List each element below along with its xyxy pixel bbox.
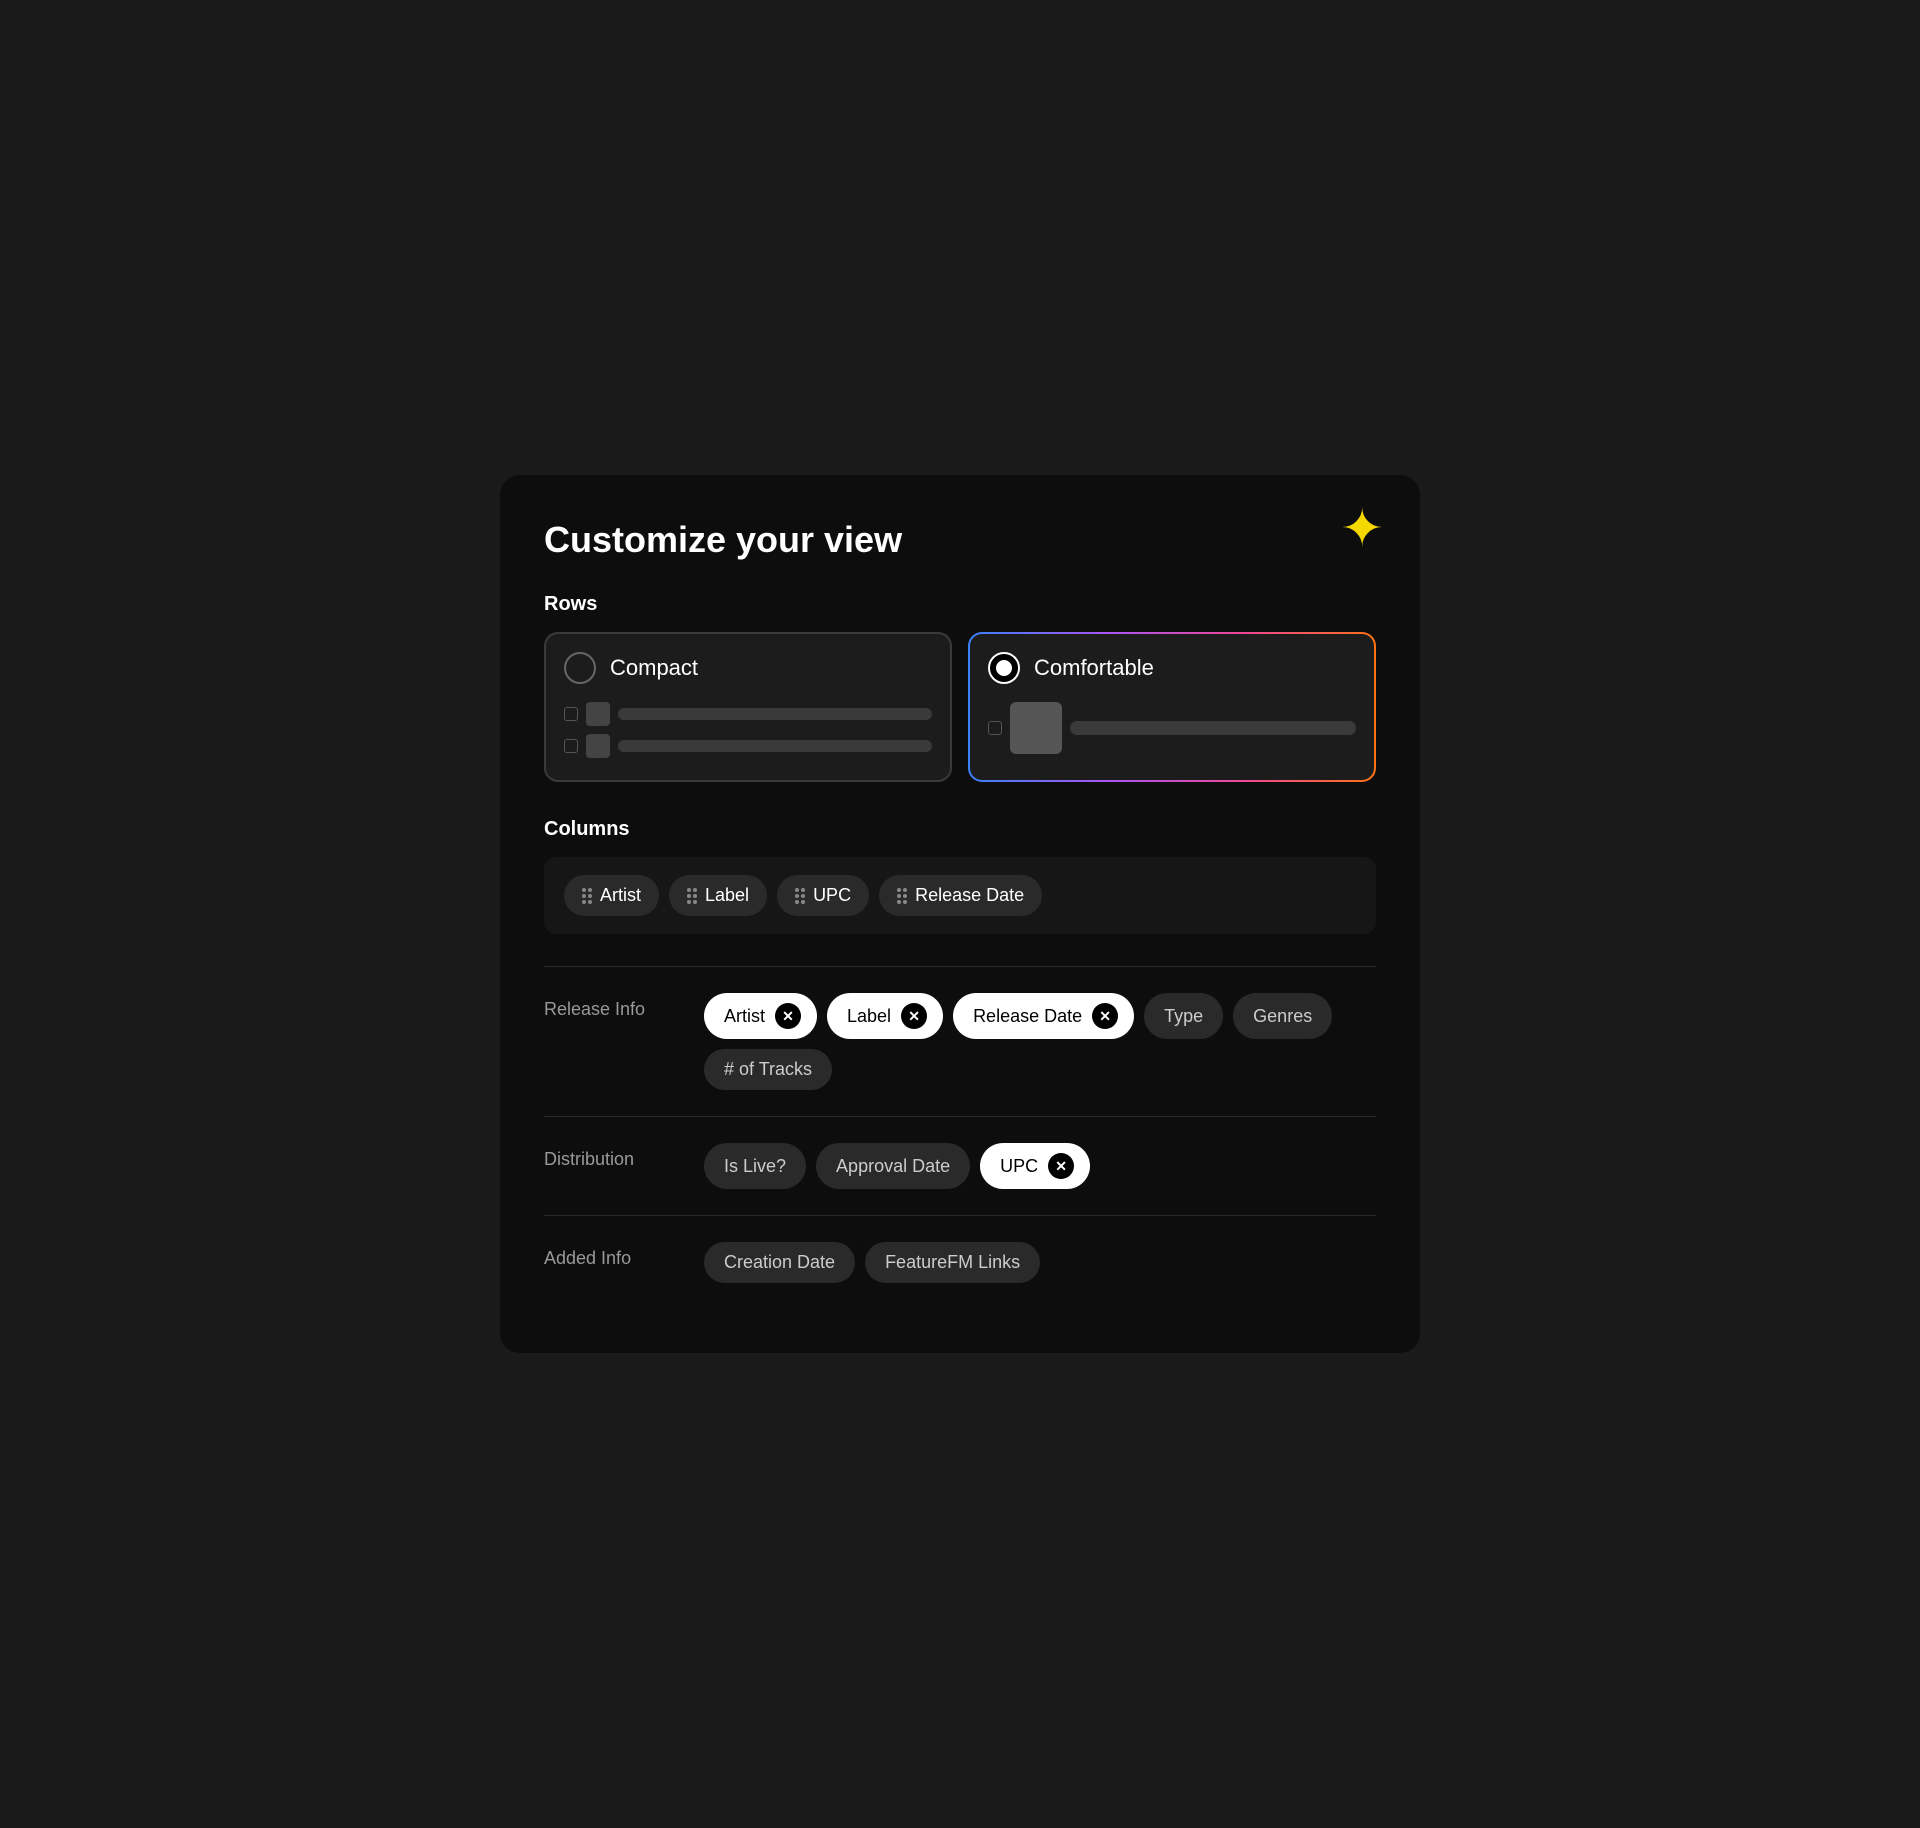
- comfortable-radio-inner: [996, 660, 1012, 676]
- compact-checkbox-2: [564, 739, 578, 753]
- drag-handle-release-date: [897, 888, 907, 904]
- release-info-section: Release Info Artist ✕ Label ✕ Release Da…: [544, 966, 1376, 1116]
- comfortable-thumb: [1010, 702, 1062, 754]
- columns-container: Artist Label: [544, 857, 1376, 934]
- distribution-chip-approval-date[interactable]: Approval Date: [816, 1143, 970, 1189]
- distribution-upc-label: UPC: [1000, 1156, 1038, 1177]
- distribution-chip-upc[interactable]: UPC ✕: [980, 1143, 1090, 1189]
- distribution-islive-label: Is Live?: [724, 1156, 786, 1177]
- column-release-date-label: Release Date: [915, 885, 1024, 906]
- compact-preview: [564, 702, 932, 758]
- compact-thumb-2: [586, 734, 610, 758]
- release-info-genres-label: Genres: [1253, 1006, 1312, 1027]
- compact-thumb-1: [586, 702, 610, 726]
- compact-radio[interactable]: [564, 652, 596, 684]
- added-info-chip-creation-date[interactable]: Creation Date: [704, 1242, 855, 1283]
- release-info-chip-artist[interactable]: Artist ✕: [704, 993, 817, 1039]
- comfortable-preview-row: [988, 702, 1356, 754]
- comfortable-checkbox: [988, 721, 1002, 735]
- release-info-chip-label[interactable]: Label ✕: [827, 993, 943, 1039]
- comfortable-option-header: Comfortable: [988, 652, 1356, 684]
- distribution-chips: Is Live? Approval Date UPC ✕: [704, 1143, 1376, 1189]
- release-info-chip-genres[interactable]: Genres: [1233, 993, 1332, 1039]
- distribution-label: Distribution: [544, 1143, 684, 1170]
- comfortable-bar: [1070, 721, 1356, 735]
- compact-bar-1: [618, 708, 932, 720]
- release-info-chip-release-date[interactable]: Release Date ✕: [953, 993, 1134, 1039]
- added-info-label: Added Info: [544, 1242, 684, 1269]
- release-info-release-date-label: Release Date: [973, 1006, 1082, 1027]
- column-chip-artist[interactable]: Artist: [564, 875, 659, 916]
- compact-preview-row-2: [564, 734, 932, 758]
- column-chip-release-date[interactable]: Release Date: [879, 875, 1042, 916]
- rows-label: Rows: [544, 593, 1376, 616]
- columns-section: Columns Artist: [544, 818, 1376, 934]
- row-options: Compact: [544, 632, 1376, 782]
- columns-label: Columns: [544, 818, 1376, 841]
- compact-bar-2: [618, 740, 932, 752]
- distribution-chip-islive[interactable]: Is Live?: [704, 1143, 806, 1189]
- compact-preview-row-1: [564, 702, 932, 726]
- column-artist-label: Artist: [600, 885, 641, 906]
- added-info-chips: Creation Date FeatureFM Links: [704, 1242, 1376, 1283]
- release-info-release-date-remove[interactable]: ✕: [1092, 1003, 1118, 1029]
- comfortable-option[interactable]: Comfortable: [968, 632, 1376, 782]
- added-info-creation-date-label: Creation Date: [724, 1252, 835, 1273]
- distribution-approval-date-label: Approval Date: [836, 1156, 950, 1177]
- customize-modal: ✦ Customize your view Rows Compact: [500, 475, 1420, 1353]
- added-info-featurefm-label: FeatureFM Links: [885, 1252, 1020, 1273]
- comfortable-preview: [988, 702, 1356, 754]
- distribution-section: Distribution Is Live? Approval Date UPC …: [544, 1116, 1376, 1215]
- compact-label: Compact: [610, 655, 698, 681]
- column-chip-upc[interactable]: UPC: [777, 875, 869, 916]
- compact-option-header: Compact: [564, 652, 932, 684]
- release-info-label-text: Label: [847, 1006, 891, 1027]
- added-info-section: Added Info Creation Date FeatureFM Links: [544, 1215, 1376, 1309]
- distribution-upc-remove[interactable]: ✕: [1048, 1153, 1074, 1179]
- release-info-label-remove[interactable]: ✕: [901, 1003, 927, 1029]
- modal-title: Customize your view: [544, 519, 1376, 561]
- column-label-label: Label: [705, 885, 749, 906]
- added-info-chip-featurefm[interactable]: FeatureFM Links: [865, 1242, 1040, 1283]
- drag-handle-label: [687, 888, 697, 904]
- comfortable-radio[interactable]: [988, 652, 1020, 684]
- release-info-tracks-label: # of Tracks: [724, 1059, 812, 1080]
- release-info-artist-label: Artist: [724, 1006, 765, 1027]
- column-upc-label: UPC: [813, 885, 851, 906]
- star-icon: ✦: [1340, 503, 1384, 555]
- release-info-chip-type[interactable]: Type: [1144, 993, 1223, 1039]
- release-info-label: Release Info: [544, 993, 684, 1020]
- drag-handle-artist: [582, 888, 592, 904]
- comfortable-label: Comfortable: [1034, 655, 1154, 681]
- rows-section: Rows Compact: [544, 593, 1376, 782]
- release-info-artist-remove[interactable]: ✕: [775, 1003, 801, 1029]
- release-info-chips: Artist ✕ Label ✕ Release Date ✕ Type Gen…: [704, 993, 1376, 1090]
- drag-handle-upc: [795, 888, 805, 904]
- release-info-chip-tracks[interactable]: # of Tracks: [704, 1049, 832, 1090]
- column-chip-label[interactable]: Label: [669, 875, 767, 916]
- compact-option[interactable]: Compact: [544, 632, 952, 782]
- release-info-type-label: Type: [1164, 1006, 1203, 1027]
- compact-checkbox-1: [564, 707, 578, 721]
